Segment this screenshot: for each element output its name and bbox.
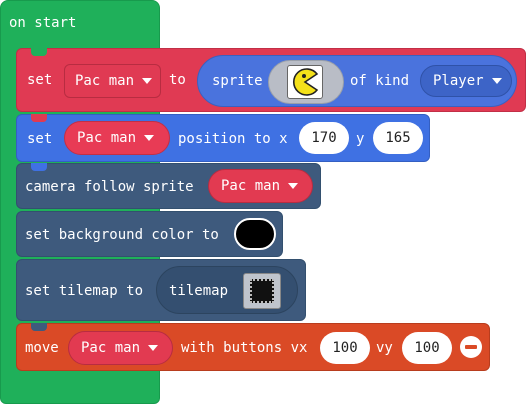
tilemap-icon[interactable] — [243, 273, 281, 309]
move-keyword: move — [25, 340, 59, 356]
camera-follow-label: camera follow sprite — [25, 179, 194, 195]
chevron-down-icon — [144, 135, 155, 141]
minus-bar — [465, 345, 477, 349]
set-sprite-block[interactable]: set Pac man to sprite of kind Player — [16, 48, 526, 112]
variable-name: Pac man — [75, 73, 135, 89]
variable-name: Pac man — [81, 340, 141, 356]
to-keyword: to — [169, 72, 186, 88]
vy-keyword: vy — [376, 340, 393, 356]
y-value: 165 — [385, 130, 411, 146]
kind-dropdown[interactable]: Player — [420, 65, 512, 97]
tilemap-preview — [250, 279, 274, 303]
block-notch — [31, 48, 47, 56]
chevron-down-icon — [142, 78, 153, 84]
of-kind-keyword: of kind — [350, 73, 410, 89]
set-tilemap-label: set tilemap to — [25, 283, 144, 299]
chevron-down-icon — [491, 78, 502, 84]
sprite-image-picker[interactable] — [268, 60, 344, 104]
variable-dropdown[interactable]: Pac man — [64, 121, 170, 155]
chevron-down-icon — [288, 183, 299, 189]
tilemap-reporter[interactable]: tilemap — [156, 266, 298, 314]
variable-name: Pac man — [221, 178, 281, 194]
set-background-label: set background color to — [25, 227, 219, 243]
tilemap-keyword: tilemap — [169, 283, 229, 299]
y-input[interactable]: 165 — [373, 122, 423, 154]
chevron-down-icon — [148, 345, 159, 351]
set-background-block[interactable]: set background color to — [16, 211, 283, 257]
set-keyword: set — [27, 131, 53, 147]
minus-circle-icon[interactable] — [460, 336, 482, 358]
set-position-block[interactable]: set Pac man position to x 170 y 165 — [16, 114, 430, 162]
x-input[interactable]: 170 — [299, 122, 349, 154]
pacman-icon — [287, 65, 323, 99]
block-notch — [31, 163, 47, 171]
vx-input[interactable]: 100 — [320, 332, 370, 364]
block-notch — [31, 114, 47, 122]
variable-dropdown[interactable]: Pac man — [68, 331, 173, 365]
variable-dropdown[interactable]: Pac man — [64, 64, 161, 98]
variable-dropdown[interactable]: Pac man — [208, 169, 313, 203]
y-keyword: y — [356, 131, 365, 147]
with-buttons-keyword: with buttons vx — [181, 340, 308, 356]
vy-value: 100 — [414, 340, 440, 356]
sprite-reporter[interactable]: sprite of kind Player — [197, 55, 517, 107]
set-tilemap-block[interactable]: set tilemap to tilemap — [16, 259, 306, 321]
background-color-swatch[interactable] — [234, 218, 276, 250]
camera-follow-block[interactable]: camera follow sprite Pac man — [16, 163, 321, 209]
move-with-buttons-block[interactable]: move Pac man with buttons vx 100 vy 100 — [16, 323, 490, 371]
position-keyword: position to x — [178, 131, 288, 147]
on-start-label: on start — [9, 15, 77, 31]
variable-name: Pac man — [77, 130, 137, 146]
vx-value: 100 — [332, 340, 358, 356]
set-keyword: set — [27, 72, 53, 88]
kind-value: Player — [433, 73, 484, 89]
block-notch — [31, 323, 47, 331]
sprite-keyword: sprite — [212, 73, 263, 89]
x-value: 170 — [311, 130, 337, 146]
vy-input[interactable]: 100 — [402, 332, 452, 364]
